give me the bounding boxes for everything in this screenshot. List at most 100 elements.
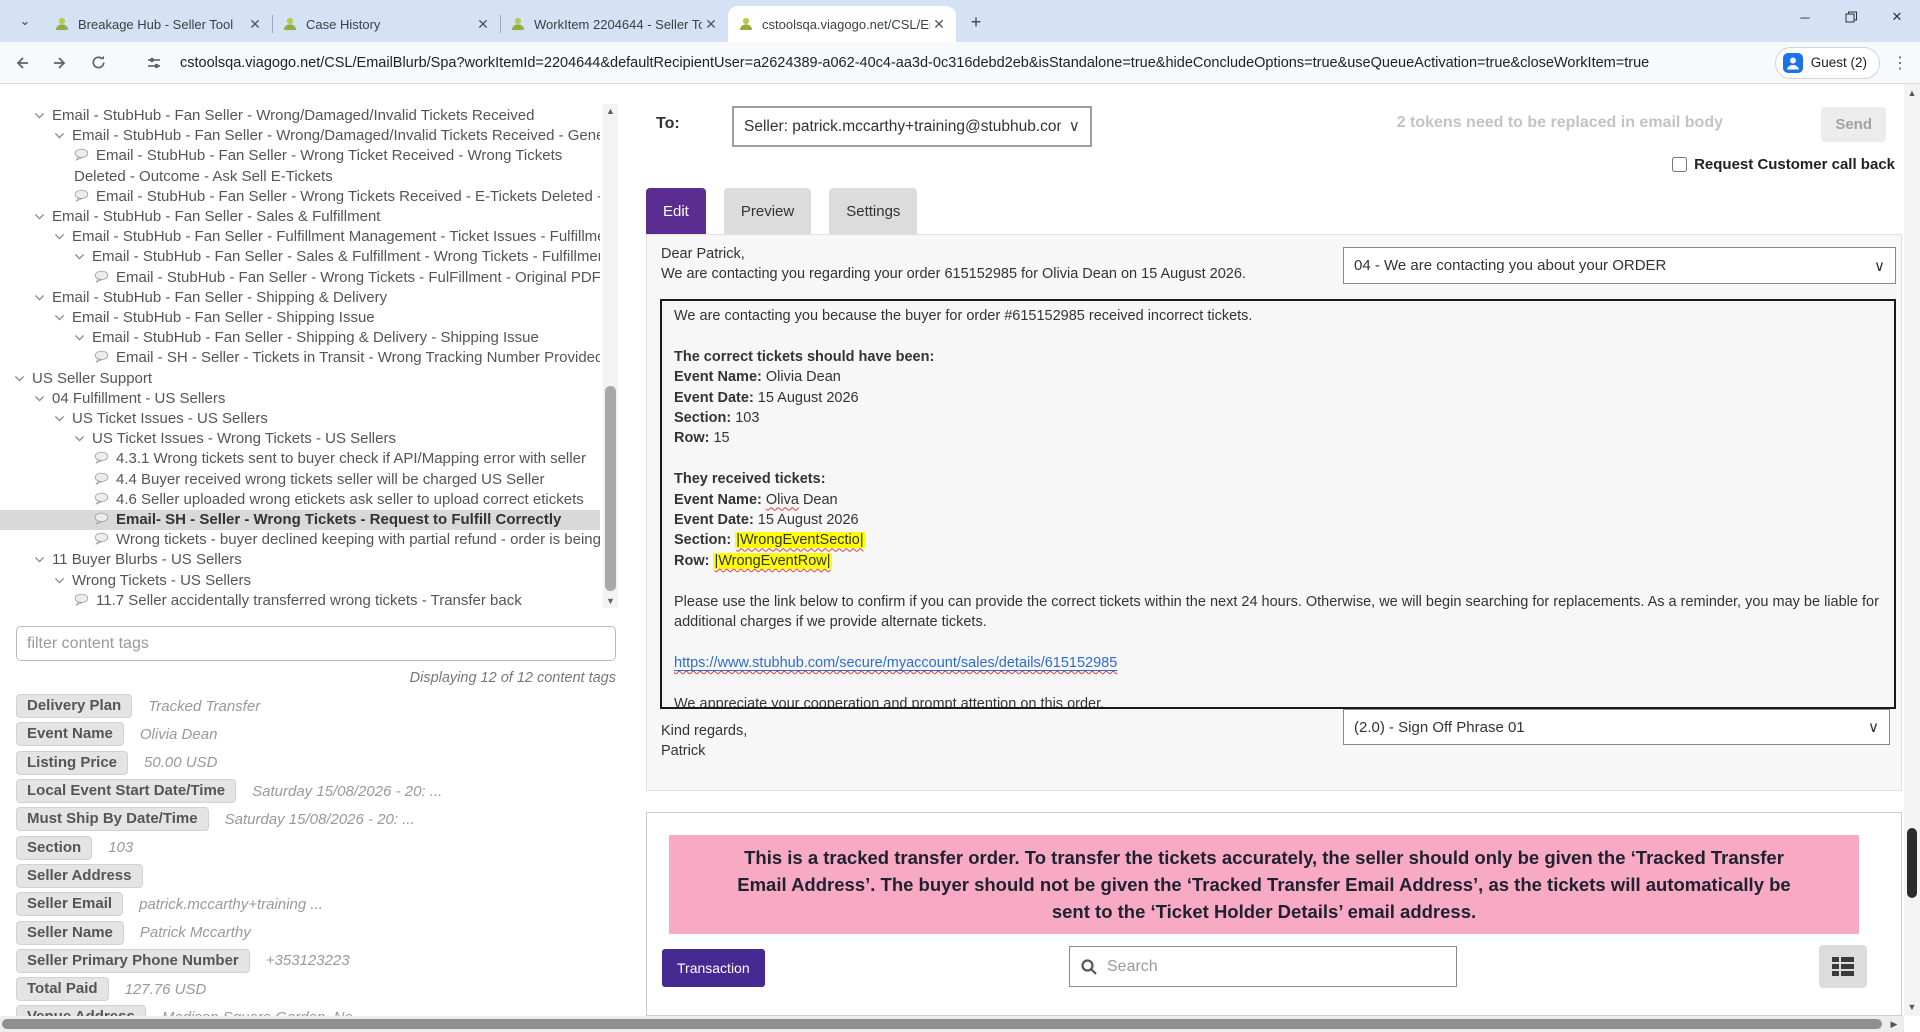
tree-item[interactable]: Wrong tickets - buyer declined keeping w… xyxy=(0,530,600,550)
tree-item[interactable]: Email - StubHub - Fan Seller - Wrong Tic… xyxy=(0,146,600,186)
request-callback-checkbox-row[interactable]: Request Customer call back xyxy=(1672,156,1895,173)
browser-tab-bar: ⌄ Breakage Hub - Seller Tool✕Case Histor… xyxy=(0,0,1920,42)
tab-preview[interactable]: Preview xyxy=(724,188,811,234)
scroll-down-icon[interactable]: ▼ xyxy=(603,594,618,608)
browser-tab[interactable]: WorkItem 2204644 - Seller Tool✕ xyxy=(500,6,728,42)
tree-item[interactable]: Email- SH - Seller - Wrong Tickets - Req… xyxy=(0,510,600,530)
filter-content-tags-input[interactable] xyxy=(16,626,616,661)
browser-menu-button[interactable]: ⋮ xyxy=(1888,48,1912,78)
site-favicon xyxy=(282,16,298,32)
editor-tab-bar: Edit Preview Settings xyxy=(646,188,935,234)
scroll-down-icon[interactable]: ▼ xyxy=(1904,1000,1920,1014)
close-tab-icon[interactable]: ✕ xyxy=(246,16,264,33)
tag-chip[interactable]: Seller Name xyxy=(16,921,124,945)
tag-chip[interactable]: Total Paid xyxy=(16,977,109,1001)
restore-button[interactable] xyxy=(1828,0,1874,34)
tree-item[interactable]: 04 Fulfillment - US Sellers xyxy=(0,389,600,409)
horizontal-scroll-thumb[interactable] xyxy=(2,1019,1882,1029)
chevron-down-icon xyxy=(14,373,25,384)
tag-chip[interactable]: Local Event Start Date/Time xyxy=(16,779,236,803)
recipient-select[interactable]: Seller: patrick.mccarthy+training@stubhu… xyxy=(732,106,1092,147)
tree-scrollbar[interactable]: ▲ ▼ xyxy=(603,104,618,608)
signoff-select[interactable]: (2.0) - Sign Off Phrase 01 ∨ xyxy=(1343,709,1890,745)
tab-settings[interactable]: Settings xyxy=(829,188,917,234)
tree-item[interactable]: Email - StubHub - Fan Seller - Wrong/Dam… xyxy=(0,106,600,126)
tree-item[interactable]: Email - StubHub - Fan Seller - Fulfillme… xyxy=(0,227,600,247)
transaction-button[interactable]: Transaction xyxy=(662,949,765,987)
email-line: Row: |WrongEventRow| xyxy=(674,551,1882,571)
tag-chip[interactable]: Delivery Plan xyxy=(16,694,132,718)
forward-button[interactable] xyxy=(44,47,76,79)
close-tab-icon[interactable]: ✕ xyxy=(702,16,720,33)
scroll-right-icon[interactable]: ▶ xyxy=(1886,1016,1902,1032)
tag-chip[interactable]: Section xyxy=(16,836,92,860)
back-button[interactable] xyxy=(6,47,38,79)
tree-item[interactable]: Email - StubHub - Fan Seller - Shipping … xyxy=(0,288,600,308)
tree-item[interactable]: 11.7 Seller accidentally transferred wro… xyxy=(0,591,600,608)
tree-item[interactable]: Email - StubHub - Fan Seller - Shipping … xyxy=(0,328,600,348)
tree-item[interactable]: US Ticket Issues - US Sellers xyxy=(0,409,600,429)
content-tag-row: Seller Emailpatrick.mccarthy+training ..… xyxy=(16,890,616,918)
scroll-up-icon[interactable]: ▲ xyxy=(603,104,618,118)
recipient-value: Seller: patrick.mccarthy+training@stubhu… xyxy=(744,118,1061,136)
tree-item[interactable]: Email - StubHub - Fan Seller - Wrong Tic… xyxy=(0,187,600,207)
send-button[interactable]: Send xyxy=(1821,107,1886,142)
tree-item[interactable]: 4.6 Seller uploaded wrong etickets ask s… xyxy=(0,490,600,510)
scroll-up-icon[interactable]: ▲ xyxy=(1904,86,1920,100)
browser-tab[interactable]: cstoolsqa.viagogo.net/CSL/Em...✕ xyxy=(728,6,956,42)
tag-chip[interactable]: Listing Price xyxy=(16,751,128,775)
minimize-button[interactable]: ─ xyxy=(1782,0,1828,34)
tree-scroll-thumb[interactable] xyxy=(605,386,616,591)
close-tab-icon[interactable]: ✕ xyxy=(930,16,948,33)
tree-item[interactable]: Email - StubHub - Fan Seller - Sales & F… xyxy=(0,247,600,267)
comment-bubble-icon xyxy=(94,492,109,505)
page-horizontal-scrollbar[interactable]: ▶ xyxy=(0,1016,1904,1032)
chevron-down-icon xyxy=(54,130,65,141)
url-bar[interactable]: cstoolsqa.viagogo.net/CSL/EmailBlurb/Spa… xyxy=(180,55,1649,71)
browser-tab[interactable]: Breakage Hub - Seller Tool✕ xyxy=(44,6,272,42)
tag-chip[interactable]: Event Name xyxy=(16,722,124,746)
tag-chip[interactable]: Seller Primary Phone Number xyxy=(16,949,250,973)
tag-chip[interactable]: Seller Address xyxy=(16,864,143,888)
grid-view-button[interactable] xyxy=(1819,945,1867,988)
tab-title: Breakage Hub - Seller Tool xyxy=(78,17,246,32)
tree-item-label: US Seller Support xyxy=(32,370,152,387)
site-settings-icon[interactable] xyxy=(138,47,170,79)
new-tab-button[interactable]: + xyxy=(962,8,990,36)
email-line: The correct tickets should have been: xyxy=(674,347,1882,367)
blurb-select[interactable]: 04 - We are contacting you about your OR… xyxy=(1343,247,1896,284)
profile-button[interactable]: Guest (2) xyxy=(1775,47,1880,79)
tag-chip[interactable]: Seller Email xyxy=(16,892,123,916)
tab-search-icon[interactable]: ⌄ xyxy=(8,4,42,38)
browser-toolbar: cstoolsqa.viagogo.net/CSL/EmailBlurb/Spa… xyxy=(0,42,1920,84)
tab-edit[interactable]: Edit xyxy=(646,188,706,234)
tree-item[interactable]: Wrong Tickets - US Sellers xyxy=(0,571,600,591)
reload-button[interactable] xyxy=(82,47,114,79)
close-tab-icon[interactable]: ✕ xyxy=(474,16,492,33)
tree-item[interactable]: 4.3.1 Wrong tickets sent to buyer check … xyxy=(0,449,600,469)
tree-item-label: Email - StubHub - Fan Seller - Fulfillme… xyxy=(72,228,600,245)
email-line: Row: 15 xyxy=(674,428,1882,448)
tree-item-label: Email - StubHub - Fan Seller - Wrong Tic… xyxy=(116,269,600,286)
tag-chip[interactable]: Must Ship By Date/Time xyxy=(16,807,209,831)
tree-item[interactable]: 11 Buyer Blurbs - US Sellers xyxy=(0,550,600,570)
tree-item[interactable]: Email - StubHub - Fan Seller - Wrong Tic… xyxy=(0,268,600,288)
tag-value: Saturday 15/08/2026 - 20: ... xyxy=(225,811,415,828)
tree-item[interactable]: US Ticket Issues - Wrong Tickets - US Se… xyxy=(0,429,600,449)
blurb-body-editor[interactable]: ✖ We are contacting you because the buye… xyxy=(660,299,1896,709)
tree-item[interactable]: Email - SH - Seller - Tickets in Transit… xyxy=(0,348,600,368)
reload-icon xyxy=(90,54,107,71)
close-window-button[interactable]: ✕ xyxy=(1874,0,1920,34)
tree-item[interactable]: Email - StubHub - Fan Seller - Shipping … xyxy=(0,308,600,328)
tree-item[interactable]: US Seller Support xyxy=(0,369,600,389)
request-callback-checkbox[interactable] xyxy=(1672,157,1687,172)
browser-tab[interactable]: Case History✕ xyxy=(272,6,500,42)
vertical-scroll-thumb[interactable] xyxy=(1907,828,1917,898)
tree-item[interactable]: Email - StubHub - Fan Seller - Wrong/Dam… xyxy=(0,126,600,146)
tree-item[interactable]: 4.4 Buyer received wrong tickets seller … xyxy=(0,470,600,490)
search-input[interactable] xyxy=(1107,958,1446,976)
tree-item[interactable]: Email - StubHub - Fan Seller - Sales & F… xyxy=(0,207,600,227)
order-details-link[interactable]: https://www.stubhub.com/secure/myaccount… xyxy=(674,655,1117,671)
chevron-down-icon xyxy=(54,413,65,424)
page-vertical-scrollbar[interactable]: ▲ ▼ xyxy=(1904,84,1920,1016)
